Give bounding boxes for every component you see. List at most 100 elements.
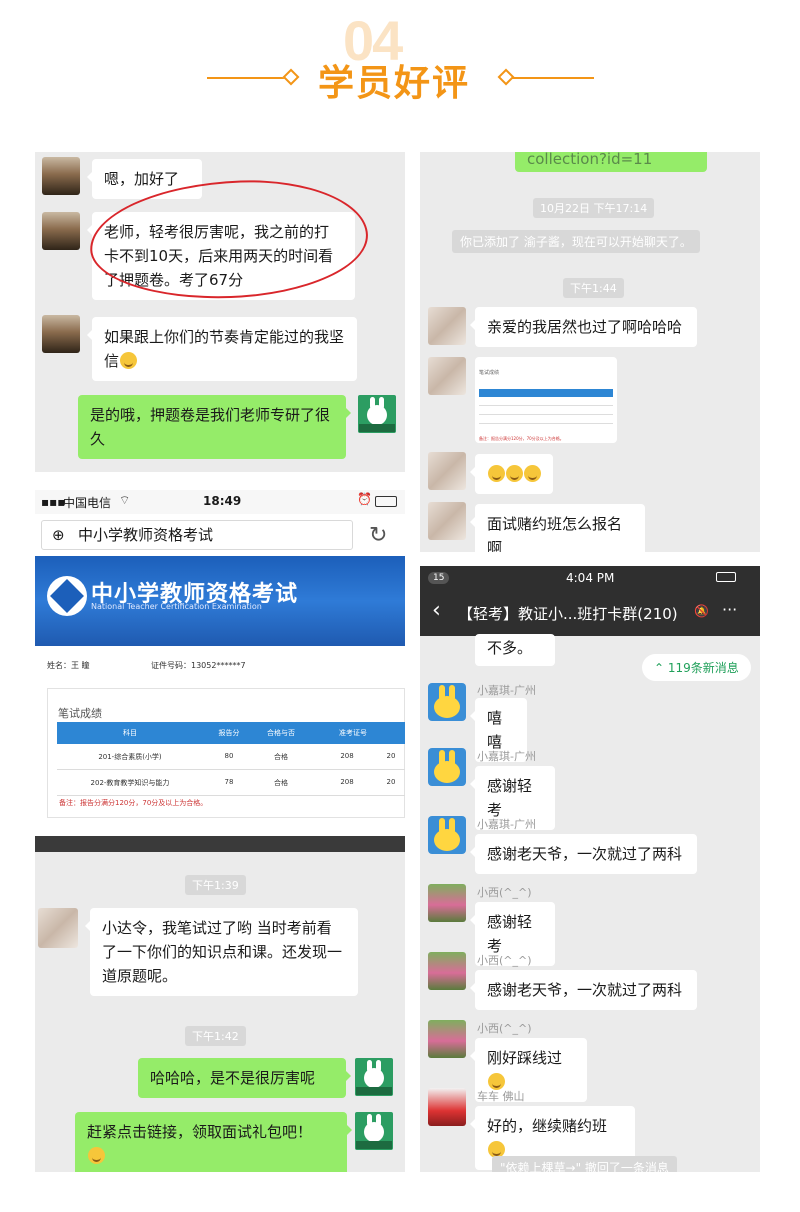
cell-score: 80 (224, 752, 234, 760)
avatar-student (428, 452, 466, 490)
table-header: 科目 报告分 合格与否 准考证号 (57, 722, 405, 744)
avatar-student (428, 307, 466, 345)
chat-bubble: 哈哈哈，是不是很厉害呢 (138, 1058, 351, 1098)
mini-table-row (479, 415, 613, 424)
name-value: 王 瞳 (71, 661, 90, 670)
banner-subtitle: National Teacher Certification Examinati… (91, 602, 262, 611)
avatar-member (428, 952, 466, 990)
globe-icon: ⊕ (52, 526, 65, 544)
chat-bubble (470, 454, 553, 494)
group-chat-screenshot: 15 4:04 PM ‹ 【轻考】教证小...班打卡群(210) 🔕 ··· 不… (420, 566, 760, 1172)
sender-name: 小嘉琪-广州 (477, 684, 536, 697)
cell-ticket: 208 (340, 752, 354, 760)
message-text: 如果跟上你们的节奏肯定能过的我坚信 (104, 328, 345, 370)
section-title: 笔试成绩 (58, 707, 102, 720)
avatar-student (428, 502, 466, 540)
link-bubble[interactable]: collection?id=11 (515, 152, 707, 172)
unread-messages-button[interactable]: ⌃ 119条新消息 (642, 654, 751, 681)
system-message: 你已添加了 渝子酱，现在可以开始聊天了。 (452, 230, 700, 253)
mini-note: 备注：报告分满分120分，70分及以上为合格。 (479, 436, 564, 441)
chat-bubble: 不多。 (475, 634, 555, 666)
chat-bubble: 如果跟上你们的节奏肯定能过的我坚信 (87, 317, 357, 381)
sender-name: 小嘉琪-广州 (477, 750, 536, 763)
chat-topbar: 15 4:04 PM ‹ 【轻考】教证小...班打卡群(210) 🔕 ··· (420, 566, 760, 636)
address-bar[interactable]: ⊕ 中小学教师资格考试 (41, 520, 353, 550)
avatar-student (428, 357, 466, 395)
carrier-name: 中国电信 (63, 496, 112, 510)
chat-bubble: 面试赌约班怎么报名啊 (470, 504, 645, 552)
image-message[interactable]: 笔试成绩 备注：报告分满分120分，70分及以上为合格。 (475, 357, 617, 443)
emoji-icon (524, 465, 541, 482)
table-row: 202-教育教学知识与能力 78 合格 208 20 (57, 770, 405, 796)
section-title: 学员好评 (318, 63, 471, 104)
header-line-right (512, 77, 594, 79)
sender-name: 小西(^_^) (477, 1022, 532, 1035)
avatar-student (42, 315, 80, 353)
cell-extra: 20 (386, 752, 396, 760)
cell-extra: 20 (386, 778, 396, 786)
col-header: 准考证号 (339, 729, 367, 737)
chat-bubble: 感谢老天爷，一次就过了两科 (470, 834, 697, 874)
site-banner: 中小学教师资格考试 National Teacher Certification… (35, 556, 405, 646)
id-label: 证件号码： (151, 661, 191, 670)
score-report-screenshot: ▪▪▪ 中国电信 ⌔ 18:49 ⏰ ⊕ 中小学教师资格考试 ↻ 中小学教师资格… (35, 490, 405, 820)
cell-score: 78 (224, 778, 234, 786)
cell-subject: 202-教育教学知识与能力 (90, 779, 170, 787)
id-field: 证件号码：13052******7 (151, 660, 246, 671)
signal-icon: ▪▪▪ (41, 495, 66, 509)
message-text: 赶紧点击链接，领取面试礼包吧！ (87, 1123, 313, 1141)
avatar-member (428, 884, 466, 922)
clock: 18:49 (203, 494, 242, 508)
sender-name: 小西(^_^) (477, 954, 532, 967)
timestamp: 10月22日 下午17:14 (533, 198, 655, 218)
emoji-icon (120, 352, 138, 369)
reload-icon[interactable]: ↻ (369, 523, 387, 548)
cell-pass: 合格 (274, 753, 288, 761)
col-header: 合格与否 (267, 729, 295, 737)
chat-screenshot-3: 下午1:39 小达令，我笔试过了哟 当时考前看了一下你们的知识点和课。还发现一道… (35, 836, 405, 1172)
recall-notice: "依赖上棵草→" 撤回了一条消息 (492, 1156, 677, 1172)
score-note: 备注：报告分满分120分，70分及以上为合格。 (59, 799, 208, 807)
mini-score-title: 笔试成绩 (479, 370, 500, 376)
sender-name: 小嘉琪-广州 (477, 818, 536, 831)
emoji-icon (88, 1147, 105, 1164)
chat-screenshot-2: collection?id=11 10月22日 下午17:14 你已添加了 渝子… (420, 152, 760, 552)
timestamp: 下午1:44 (563, 278, 624, 298)
back-chevron-icon[interactable]: ‹ (432, 598, 441, 623)
avatar-teacher (355, 1112, 393, 1150)
chat-bubble: 是的哦，押题卷是我们老师专研了很久 (78, 395, 351, 459)
id-value: 13052******7 (191, 661, 246, 670)
notification-badge: 15 (428, 572, 450, 584)
link-message[interactable]: 赶紧点击链接，领取面试礼包吧！ (75, 1112, 352, 1172)
site-logo-icon (47, 576, 87, 616)
section-header: 04 学员好评 (0, 0, 800, 120)
status-bar: ▪▪▪ 中国电信 ⌔ 18:49 ⏰ (35, 490, 405, 514)
clock: 4:04 PM (566, 571, 615, 585)
more-options-icon[interactable]: ··· (722, 600, 737, 619)
sender-name: 车车 佛山 (477, 1090, 525, 1103)
avatar-member (428, 1020, 466, 1058)
chat-bubble: 亲爱的我居然也过了啊哈哈哈 (470, 307, 697, 347)
cell-subject: 201-综合素质(小学) (98, 753, 162, 761)
avatar-student (42, 212, 80, 250)
mute-icon: 🔕 (694, 604, 709, 618)
avatar-member (428, 1088, 466, 1126)
avatar-member (428, 748, 466, 786)
avatar-member (428, 816, 466, 854)
message-text: 好的，继续赌约班 (487, 1117, 608, 1135)
emoji-icon (488, 465, 505, 482)
mini-table-row (479, 397, 613, 406)
table-row: 201-综合素质(小学) 80 合格 208 20 (57, 744, 405, 770)
avatar-member (428, 683, 466, 721)
col-header: 报告分 (218, 729, 240, 737)
avatar-student (42, 157, 80, 195)
unread-count: 119条新消息 (667, 661, 739, 675)
double-up-arrow-icon: ⌃ (654, 661, 665, 675)
name-field: 姓名：王 瞳 (47, 660, 90, 671)
header-line-left (207, 77, 289, 79)
cell-pass: 合格 (274, 779, 288, 787)
battery-icon (375, 496, 397, 507)
avatar-teacher (358, 395, 396, 433)
top-strip (35, 836, 405, 852)
wifi-icon: ⌔ (119, 493, 131, 507)
